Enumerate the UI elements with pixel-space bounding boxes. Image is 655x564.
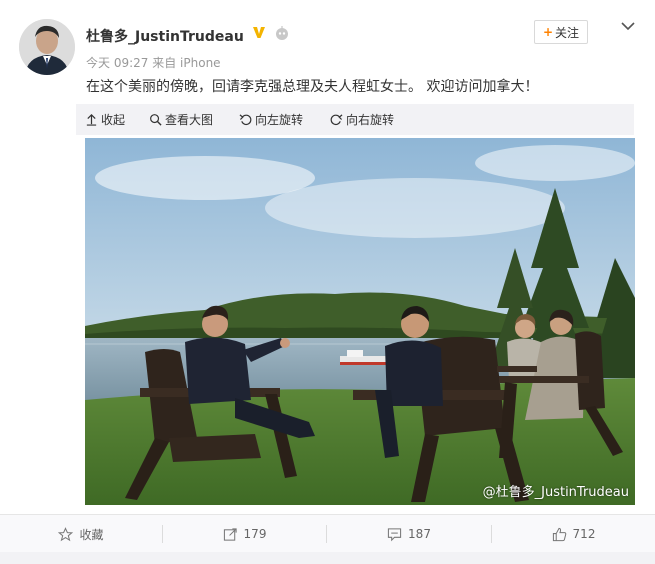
rotate-left-label: 向左旋转 (255, 113, 304, 127)
follow-button[interactable]: + 关注 (534, 20, 588, 44)
collapse-button[interactable]: 收起 (85, 111, 125, 128)
robot-icon[interactable] (274, 25, 290, 41)
media-toolbar: 收起 查看大图 向左旋转 向右旋转 (76, 104, 634, 135)
like-count: 712 (572, 527, 596, 541)
repost-button[interactable]: 179 (163, 515, 326, 553)
thumbs-up-icon (552, 527, 566, 541)
repost-icon (223, 527, 237, 541)
view-large-button[interactable]: 查看大图 (149, 111, 213, 128)
comment-count: 187 (408, 527, 431, 541)
rotate-left-button[interactable]: 向左旋转 (239, 111, 303, 128)
rotate-right-label: 向右旋转 (346, 113, 395, 127)
post-source: 来自 iPhone (152, 56, 221, 70)
repost-count: 179 (243, 527, 267, 541)
chevron-down-icon[interactable] (620, 18, 636, 34)
post-meta: 今天 09:27 来自 iPhone (86, 54, 221, 71)
username-link[interactable]: 杜鲁多_JustinTrudeau (86, 26, 244, 46)
favorite-label: 收藏 (79, 527, 104, 542)
follow-label: 关注 (555, 25, 580, 40)
lakeside-photo (85, 138, 635, 505)
magnifier-icon (150, 114, 162, 126)
collapse-label: 收起 (101, 113, 126, 127)
follow-plus-icon: + (542, 25, 554, 39)
page-background (0, 552, 655, 564)
avatar-image (19, 19, 75, 75)
verified-icon (253, 27, 265, 38)
post-photo[interactable]: @杜鲁多_JustinTrudeau (85, 138, 635, 505)
rotate-left-icon (239, 114, 252, 126)
rotate-right-icon (330, 114, 343, 126)
like-button[interactable]: 712 (492, 515, 655, 553)
comment-icon (387, 527, 402, 541)
action-bar: 收藏 179 187 712 (0, 514, 655, 553)
post-text: 在这个美丽的傍晚，回请李克强总理及夫人程虹女士。 欢迎访问加拿大！ (86, 79, 539, 95)
rotate-right-button[interactable]: 向右旋转 (330, 111, 394, 128)
comment-button[interactable]: 187 (327, 515, 491, 553)
avatar[interactable] (19, 19, 75, 75)
view-large-label: 查看大图 (165, 113, 214, 127)
favorite-button[interactable]: 收藏 (0, 515, 162, 553)
star-icon (58, 526, 74, 541)
arrow-up-icon (86, 114, 97, 126)
weibo-post-card: 杜鲁多_JustinTrudeau 今天 09:27 来自 iPhone + 关… (0, 0, 655, 514)
post-time[interactable]: 今天 09:27 (86, 56, 148, 70)
photo-watermark: @杜鲁多_JustinTrudeau (482, 485, 629, 500)
